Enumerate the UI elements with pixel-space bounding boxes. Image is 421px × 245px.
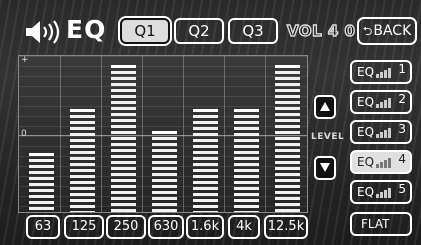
- eq-memory-label: EQ: [357, 185, 375, 199]
- preset-button-q3[interactable]: Q3: [228, 18, 278, 44]
- back-button[interactable]: ⮌BACK: [357, 17, 417, 45]
- zero-mark: 0: [21, 129, 27, 139]
- eq-band-4k[interactable]: [234, 109, 259, 212]
- preset-button-q1[interactable]: Q1: [120, 18, 170, 44]
- plus-mark: +: [21, 55, 29, 65]
- freq-label: 12.5k: [267, 219, 305, 234]
- grid-line: [60, 56, 61, 212]
- preset-label: Q1: [134, 22, 156, 40]
- eq-screen: EQ Q1 Q2 Q3 VOL 4 0 ⮌BACK + 0 63 125 250…: [0, 0, 421, 245]
- mini-eq-icon: [376, 158, 391, 168]
- eq-memory-label: EQ: [357, 65, 375, 79]
- back-arrow-icon: ⮌: [362, 24, 373, 38]
- freq-button-125[interactable]: 125: [64, 215, 104, 239]
- freq-label: 63: [34, 219, 52, 234]
- eq-memory-button-1[interactable]: EQ 1: [350, 60, 412, 84]
- flat-button[interactable]: FLAT: [350, 212, 412, 236]
- eq-band-63[interactable]: [29, 153, 54, 212]
- level-down-button[interactable]: [314, 156, 336, 180]
- preset-button-q2[interactable]: Q2: [174, 18, 224, 44]
- triangle-up-icon: [320, 102, 330, 111]
- eq-band-12-5k[interactable]: [275, 65, 300, 212]
- freq-label: 125: [71, 219, 97, 234]
- volume-readout: VOL 4 0: [286, 21, 356, 40]
- grid-line: [265, 56, 266, 212]
- mini-eq-icon: [376, 68, 391, 78]
- preset-label: Q2: [188, 22, 210, 40]
- eq-memory-number: 4: [398, 152, 406, 166]
- eq-memory-number: 1: [398, 62, 406, 76]
- eq-memory-label: EQ: [357, 95, 375, 109]
- eq-memory-button-5[interactable]: EQ 5: [350, 180, 412, 204]
- eq-memory-button-2[interactable]: EQ 2: [350, 90, 412, 114]
- preset-label: Q3: [242, 22, 264, 40]
- grid-line: [101, 56, 102, 212]
- grid-line: [142, 56, 143, 212]
- flat-label: FLAT: [361, 217, 390, 231]
- eq-band-1-6k[interactable]: [193, 109, 218, 212]
- grid-line: [224, 56, 225, 212]
- mini-eq-icon: [376, 188, 391, 198]
- level-label: LEVEL: [311, 132, 345, 142]
- freq-button-250[interactable]: 250: [106, 215, 146, 239]
- eq-memory-label: EQ: [357, 125, 375, 139]
- eq-memory-label: EQ: [357, 155, 375, 169]
- back-label: BACK: [373, 23, 412, 39]
- freq-button-4k[interactable]: 4k: [228, 215, 260, 239]
- level-up-button[interactable]: [314, 95, 336, 119]
- freq-button-1-6k[interactable]: 1.6k: [186, 215, 224, 239]
- eq-memory-number: 2: [398, 92, 406, 106]
- freq-button-12-5k[interactable]: 12.5k: [264, 215, 308, 239]
- freq-label: 1.6k: [190, 219, 220, 234]
- grid-line: [183, 56, 184, 212]
- freq-label: 4k: [236, 219, 252, 234]
- mini-eq-icon: [376, 98, 391, 108]
- eq-memory-button-4[interactable]: EQ 4: [350, 150, 412, 174]
- page-title: EQ: [66, 15, 107, 44]
- freq-button-63[interactable]: 63: [26, 215, 60, 239]
- eq-memory-button-3[interactable]: EQ 3: [350, 120, 412, 144]
- mini-eq-icon: [376, 128, 391, 138]
- eq-memory-number: 3: [398, 122, 406, 136]
- freq-label: 630: [153, 219, 179, 234]
- eq-band-630[interactable]: [152, 131, 177, 212]
- speaker-icon: [26, 20, 60, 44]
- eq-memory-number: 5: [398, 182, 406, 196]
- eq-band-250[interactable]: [111, 65, 136, 212]
- triangle-down-icon: [320, 163, 330, 172]
- freq-label: 250: [113, 219, 139, 234]
- eq-band-125[interactable]: [70, 109, 95, 212]
- eq-graph: + 0: [18, 55, 308, 213]
- freq-button-630[interactable]: 630: [148, 215, 184, 239]
